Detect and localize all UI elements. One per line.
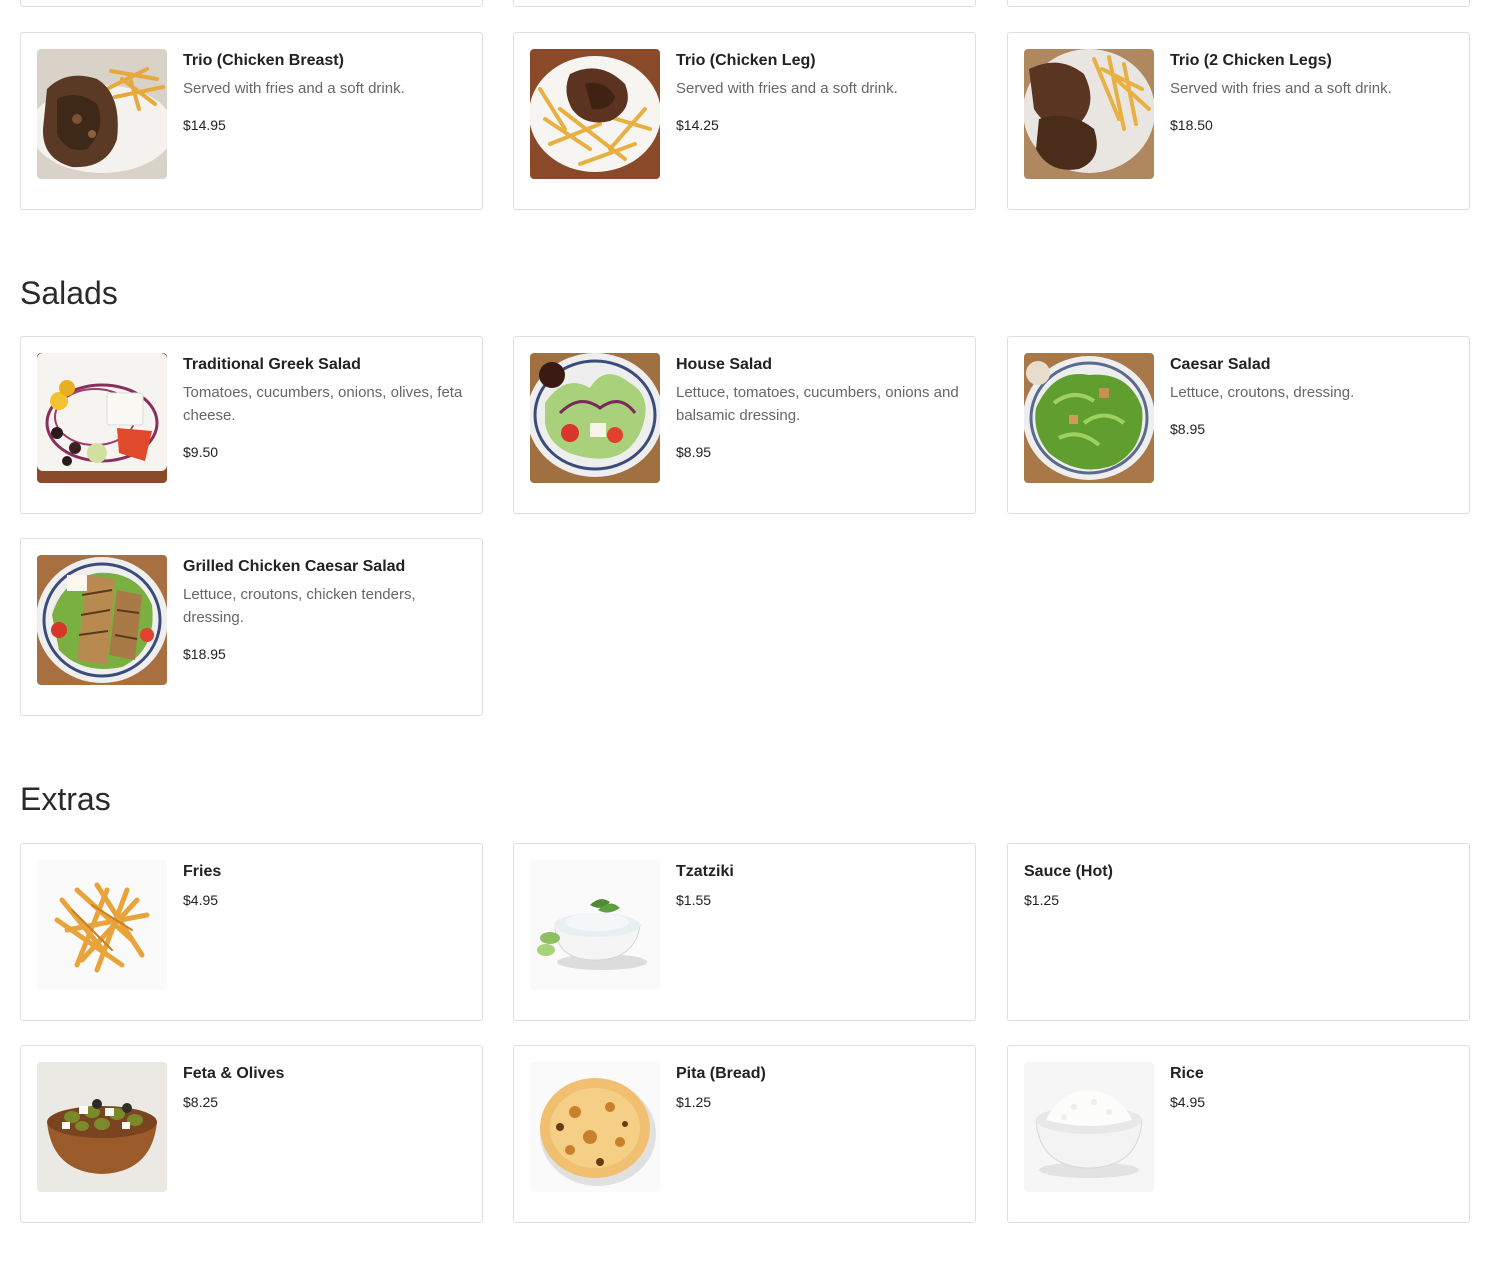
section-title-salads: Salads [20,275,118,311]
menu-item-price: $9.50 [183,444,219,460]
menu-item-card[interactable]: Trio (2 Chicken Legs) Served with fries … [1007,32,1470,210]
menu-item-price: $4.95 [183,892,219,908]
menu-item-card[interactable]: Rice $4.95 [1007,1045,1470,1223]
menu-item-description: Tomatoes, cucumbers, onions, olives, fet… [183,384,463,424]
house-salad-image [530,353,660,483]
menu-item-card[interactable]: Grilled Chicken Caesar Salad Lettuce, cr… [20,538,483,716]
menu-item-card[interactable]: Feta & Olives $8.25 [20,1045,483,1223]
tzatziki-image [530,860,660,990]
menu-item-card-partial[interactable] [513,0,976,7]
menu-item-name: Trio (Chicken Breast) [183,52,344,69]
menu-item-card[interactable]: Pita (Bread) $1.25 [513,1045,976,1223]
menu-item-price: $1.55 [676,892,712,908]
menu-item-price: $14.95 [183,117,226,133]
menu-item-name: Sauce (Hot) [1024,863,1113,880]
menu-item-price: $14.25 [676,117,719,133]
menu-item-card-partial[interactable] [20,0,483,7]
menu-item-card[interactable]: Trio (Chicken Breast) Served with fries … [20,32,483,210]
menu-item-price: $8.25 [183,1094,219,1110]
menu-item-description: Lettuce, tomatoes, cucumbers, onions and… [676,384,959,424]
rice-bowl-image [1024,1062,1154,1192]
menu-item-name: Tzatziki [676,863,734,880]
chicken-breast-plate-image [37,49,167,179]
caesar-salad-image [1024,353,1154,483]
fries-image [37,860,167,990]
menu-item-name: Caesar Salad [1170,356,1271,373]
menu-item-price: $4.95 [1170,1094,1206,1110]
menu-item-price: $18.95 [183,646,226,662]
menu-item-card[interactable]: Traditional Greek Salad Tomatoes, cucumb… [20,336,483,514]
menu-item-name: Feta & Olives [183,1065,285,1082]
menu-item-description: Served with fries and a soft drink. [676,80,898,97]
menu-item-description: Lettuce, croutons, chicken tenders, dres… [183,586,416,626]
menu-item-price: $18.50 [1170,117,1213,133]
menu-item-card[interactable]: Trio (Chicken Leg) Served with fries and… [513,32,976,210]
menu-item-name: Trio (2 Chicken Legs) [1170,52,1332,69]
menu-item-price: $1.25 [1024,892,1060,908]
menu-item-name: Pita (Bread) [676,1065,766,1082]
greek-salad-image [37,353,167,483]
menu-item-price: $8.95 [1170,421,1206,437]
menu-item-price: $8.95 [676,444,712,460]
grilled-chicken-caesar-salad-image [37,555,167,685]
menu-item-name: Rice [1170,1065,1204,1082]
menu-item-description: Served with fries and a soft drink. [1170,80,1392,97]
two-chicken-legs-plate-image [1024,49,1154,179]
menu-item-name: House Salad [676,356,773,373]
menu-item-name: Grilled Chicken Caesar Salad [183,558,406,575]
menu-item-name: Traditional Greek Salad [183,356,361,373]
menu-item-card[interactable]: Tzatziki $1.55 [513,843,976,1021]
menu-item-card[interactable]: Caesar Salad Lettuce, croutons, dressing… [1007,336,1470,514]
menu-item-name: Fries [183,863,222,880]
section-title-extras: Extras [20,781,111,817]
pita-bread-image [530,1062,660,1192]
menu-item-card[interactable]: Fries $4.95 [20,843,483,1021]
menu-item-description: Served with fries and a soft drink. [183,80,405,97]
menu-item-card[interactable]: Sauce (Hot) $1.25 [1007,843,1470,1021]
chicken-leg-plate-image [530,49,660,179]
menu-item-price: $1.25 [676,1094,712,1110]
menu-item-card[interactable]: House Salad Lettuce, tomatoes, cucumbers… [513,336,976,514]
menu-item-card-partial[interactable] [1007,0,1470,7]
feta-olives-image [37,1062,167,1192]
menu-item-description: Lettuce, croutons, dressing. [1170,384,1355,401]
menu-item-name: Trio (Chicken Leg) [676,52,816,69]
